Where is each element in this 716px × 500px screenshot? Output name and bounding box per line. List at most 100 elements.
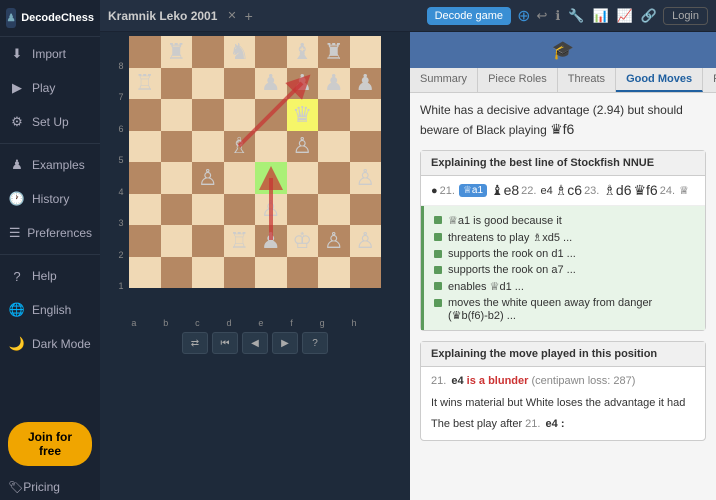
bars-icon[interactable]: 📊 — [593, 8, 609, 24]
square-g3[interactable] — [318, 194, 350, 226]
square-a4[interactable] — [129, 162, 161, 194]
tab-threats[interactable]: Threats — [558, 68, 616, 92]
bottom-explanation-box: Explaining the move played in this posit… — [420, 341, 706, 441]
square-c7[interactable] — [192, 68, 224, 100]
square-d7[interactable] — [224, 68, 256, 100]
square-b3[interactable] — [161, 194, 193, 226]
login-button[interactable]: Login — [663, 7, 708, 25]
square-b7[interactable] — [161, 68, 193, 100]
sidebar-item-preferences[interactable]: ☰ Preferences — [0, 216, 100, 250]
square-e5[interactable] — [255, 131, 287, 163]
square-g5[interactable] — [318, 131, 350, 163]
square-c6[interactable] — [192, 99, 224, 131]
square-f1[interactable] — [287, 257, 319, 289]
sidebar-item-import[interactable]: ⬇ Import — [0, 37, 100, 71]
square-c2[interactable] — [192, 225, 224, 257]
square-e8[interactable] — [255, 36, 287, 68]
engine-icon[interactable]: 🔧 — [568, 8, 584, 24]
help-board-button[interactable]: ? — [302, 332, 328, 354]
sidebar-item-history[interactable]: 🕐 History — [0, 182, 100, 216]
flip-board-button[interactable]: ⇄ — [182, 332, 208, 354]
tab-summary[interactable]: Summary — [410, 68, 478, 92]
square-a1[interactable] — [129, 257, 161, 289]
square-a7[interactable]: ♖ — [129, 68, 161, 100]
square-h7[interactable]: ♟ — [350, 68, 382, 100]
square-h3[interactable] — [350, 194, 382, 226]
square-a3[interactable] — [129, 194, 161, 226]
square-c1[interactable] — [192, 257, 224, 289]
logo: ♟ DecodeChess — [0, 0, 100, 37]
plus-icon[interactable]: ⊕ — [517, 6, 530, 26]
square-b2[interactable] — [161, 225, 193, 257]
sidebar-item-pricing[interactable]: 🏷 Pricing — [0, 474, 100, 500]
square-g4[interactable] — [318, 162, 350, 194]
next-button[interactable]: ▶ — [272, 332, 298, 354]
square-h4[interactable]: ♙ — [350, 162, 382, 194]
square-f3[interactable] — [287, 194, 319, 226]
close-tab-button[interactable]: ✕ — [227, 9, 236, 22]
square-b1[interactable] — [161, 257, 193, 289]
sidebar-item-help[interactable]: ? Help — [0, 259, 100, 293]
square-f7[interactable]: ♟ — [287, 68, 319, 100]
decode-game-button[interactable]: Decode game — [427, 7, 512, 25]
add-tab-button[interactable]: + — [245, 8, 253, 24]
info-icon[interactable]: ℹ — [555, 8, 560, 24]
square-h1[interactable] — [350, 257, 382, 289]
square-b8[interactable]: ♜ — [161, 36, 193, 68]
join-button[interactable]: Join for free — [8, 422, 92, 466]
square-a8[interactable] — [129, 36, 161, 68]
square-e6[interactable] — [255, 99, 287, 131]
square-c3[interactable] — [192, 194, 224, 226]
square-g6[interactable] — [318, 99, 350, 131]
square-b4[interactable] — [161, 162, 193, 194]
sidebar-item-darkmode[interactable]: 🌙 Dark Mode — [0, 327, 100, 361]
square-h8[interactable] — [350, 36, 382, 68]
square-e2[interactable]: ♟ — [255, 225, 287, 257]
square-c5[interactable] — [192, 131, 224, 163]
tab-piece-roles[interactable]: Piece Roles — [478, 68, 558, 92]
square-d6[interactable] — [224, 99, 256, 131]
square-f8[interactable]: ♝ — [287, 36, 319, 68]
square-d1[interactable] — [224, 257, 256, 289]
square-d4[interactable] — [224, 162, 256, 194]
square-a6[interactable] — [129, 99, 161, 131]
sidebar-item-examples[interactable]: ♟ Examples — [0, 148, 100, 182]
tab-plan[interactable]: Plan — [703, 68, 716, 92]
prev-start-button[interactable]: ⏮ — [212, 332, 238, 354]
square-h5[interactable] — [350, 131, 382, 163]
square-c4[interactable]: ♙ — [192, 162, 224, 194]
square-h6[interactable] — [350, 99, 382, 131]
sidebar-item-english[interactable]: 🌐 English — [0, 293, 100, 327]
chart-icon[interactable]: 📈 — [617, 8, 633, 24]
square-f4[interactable] — [287, 162, 319, 194]
share-icon[interactable]: 🔗 — [641, 8, 657, 24]
prev-button[interactable]: ◀ — [242, 332, 268, 354]
square-f6[interactable]: ♛ — [287, 99, 319, 131]
square-a2[interactable] — [129, 225, 161, 257]
square-g2[interactable]: ♙ — [318, 225, 350, 257]
square-e4[interactable] — [255, 162, 287, 194]
square-c8[interactable] — [192, 36, 224, 68]
undo-icon[interactable]: ↩ — [536, 8, 547, 24]
square-e1[interactable] — [255, 257, 287, 289]
square-e3[interactable]: ♙ — [255, 194, 287, 226]
logo-text: DecodeChess — [21, 12, 94, 24]
square-b5[interactable] — [161, 131, 193, 163]
square-f5[interactable]: ♙ — [287, 131, 319, 163]
sidebar-item-play[interactable]: ▶ Play — [0, 71, 100, 105]
sidebar-item-setup[interactable]: ⚙ Set Up — [0, 105, 100, 139]
square-g7[interactable]: ♟ — [318, 68, 350, 100]
square-h2[interactable]: ♙ — [350, 225, 382, 257]
square-b6[interactable] — [161, 99, 193, 131]
square-d2[interactable]: ♖ — [224, 225, 256, 257]
square-g1[interactable] — [318, 257, 350, 289]
sidebar-item-label: History — [32, 192, 69, 206]
square-a5[interactable] — [129, 131, 161, 163]
square-f2[interactable]: ♔ — [287, 225, 319, 257]
square-d5[interactable]: ♗ — [224, 131, 256, 163]
square-d3[interactable] — [224, 194, 256, 226]
square-d8[interactable]: ♞ — [224, 36, 256, 68]
square-e7[interactable]: ♟ — [255, 68, 287, 100]
square-g8[interactable]: ♜ — [318, 36, 350, 68]
tab-good-moves[interactable]: Good Moves — [616, 68, 703, 92]
